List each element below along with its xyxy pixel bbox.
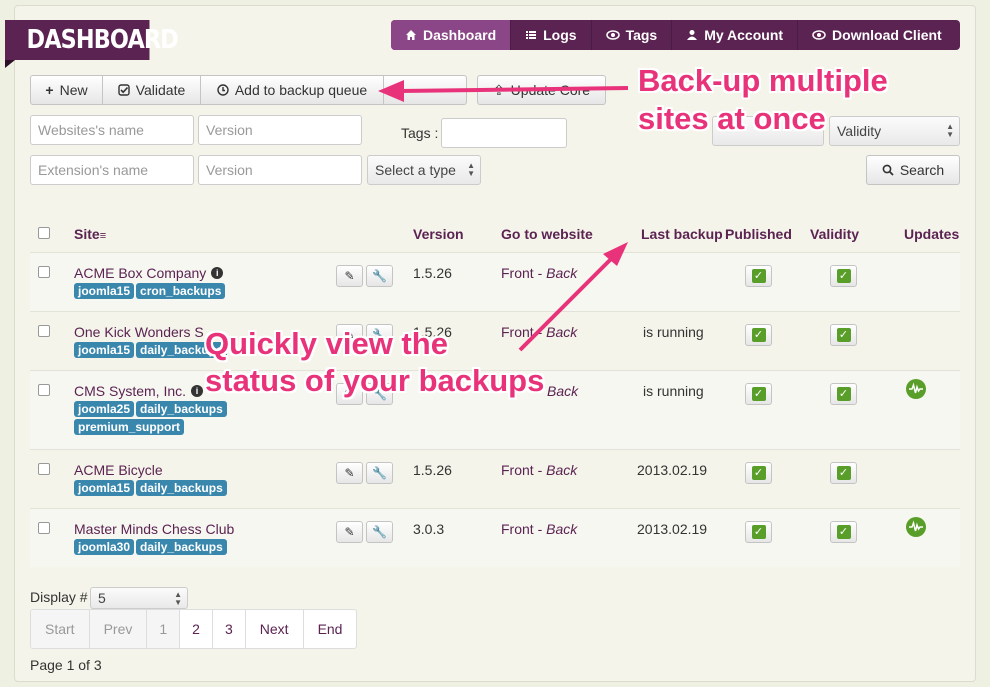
callout-backup-line2: sites at once [638,101,826,136]
callout-status-line1: Quickly view the [205,326,448,361]
callout-status-line2: status of your backups [205,363,545,398]
arrow-head [378,80,404,102]
callout-backup-line1: Back-up multiple [638,63,888,98]
annotation-arrows [378,80,629,352]
